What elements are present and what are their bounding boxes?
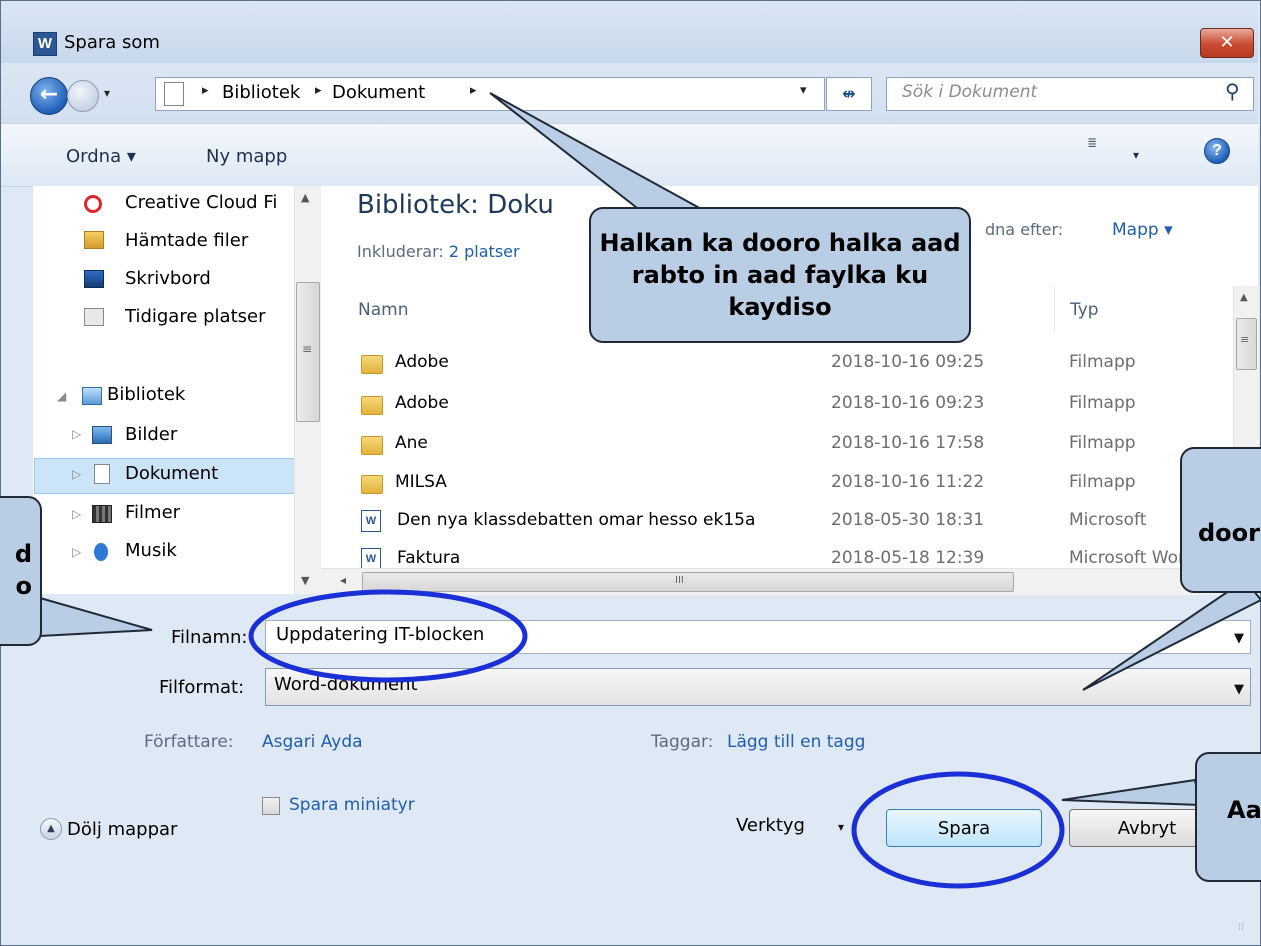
left-callout-pointer	[39, 596, 153, 638]
format-callout: door	[1180, 447, 1261, 593]
filename-highlight-ellipse	[248, 589, 528, 683]
save-callout: Aa	[1195, 752, 1261, 882]
annotation-overlay	[39, 92, 1261, 889]
path-callout-pointer	[489, 92, 726, 223]
save-highlight-ellipse	[851, 771, 1065, 889]
save-callout-pointer	[1061, 778, 1202, 807]
format-callout-pointer	[1082, 578, 1261, 691]
path-callout: Halkan ka dooro halka aad rabto in aad f…	[589, 207, 971, 343]
left-callout: d o	[0, 496, 42, 646]
